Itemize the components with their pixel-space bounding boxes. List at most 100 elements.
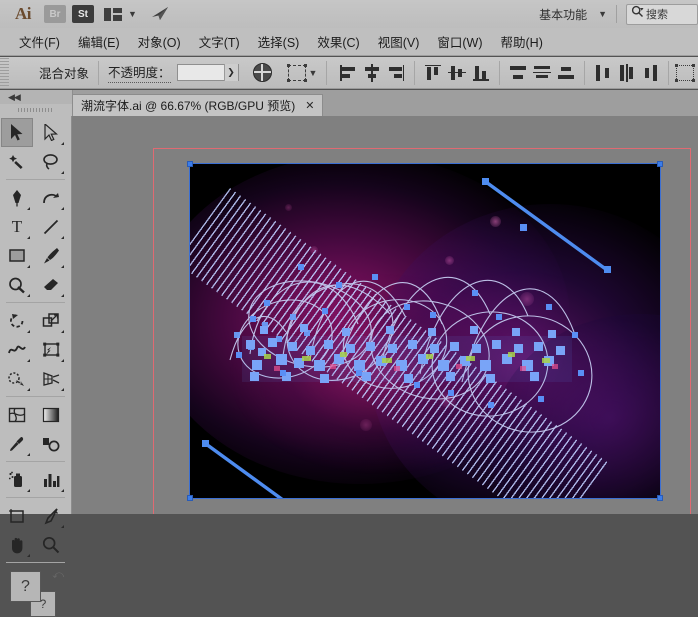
- toolbar-divider: [6, 497, 65, 498]
- illustrator-window: Ai Br St ▼ 基本功能 ▼ 搜索 文件(F) 编辑(E) 对象(O) 文…: [0, 0, 698, 617]
- chevron-down-icon[interactable]: ▼: [128, 9, 137, 19]
- workspace-chevron-down-icon[interactable]: ▼: [598, 9, 607, 19]
- application-bar: Ai Br St ▼ 基本功能 ▼ 搜索: [0, 0, 698, 29]
- free-transform-tool[interactable]: [35, 335, 67, 364]
- magic-wand-tool[interactable]: [1, 147, 33, 176]
- control-bar-grip[interactable]: [0, 57, 9, 88]
- divider: [668, 60, 670, 85]
- align-left-button[interactable]: [338, 63, 358, 83]
- toolbar-divider: [6, 179, 65, 180]
- arrange-documents-icon[interactable]: [104, 7, 122, 21]
- scale-tool[interactable]: [35, 306, 67, 335]
- divider: [499, 60, 501, 85]
- workspace-name[interactable]: 基本功能: [539, 6, 587, 23]
- distribute-horizontal-group: [591, 63, 663, 83]
- type-tool[interactable]: T: [1, 212, 33, 241]
- fill-stroke-control: ? ? ⤺: [10, 569, 64, 617]
- distribute-vertical-center-button[interactable]: [532, 63, 552, 83]
- ai-logo-icon: Ai: [15, 4, 32, 23]
- opacity-label[interactable]: 不透明度：: [108, 62, 171, 83]
- menu-help[interactable]: 帮助(H): [492, 29, 552, 54]
- divider: [326, 60, 328, 85]
- menu-window[interactable]: 窗口(W): [428, 29, 491, 54]
- distribute-horizontal-center-button[interactable]: [617, 63, 637, 83]
- distribute-right-button[interactable]: [641, 63, 661, 83]
- chevron-right-icon[interactable]: ❯: [223, 64, 238, 81]
- menu-select[interactable]: 选择(S): [249, 29, 309, 54]
- divider: [414, 60, 416, 85]
- distribute-bottom-button[interactable]: [556, 63, 576, 83]
- stock-button[interactable]: St: [72, 5, 94, 23]
- canvas-area[interactable]: [72, 116, 698, 514]
- distribute-left-button[interactable]: [593, 63, 613, 83]
- hand-tool[interactable]: [1, 530, 33, 559]
- toolbar-divider: [6, 302, 65, 303]
- selection-handle-bottom-left[interactable]: [187, 495, 193, 501]
- rotate-tool[interactable]: [1, 306, 33, 335]
- zoom-tool[interactable]: [35, 530, 67, 559]
- toolbar-drag-grip[interactable]: [0, 104, 73, 116]
- menu-view[interactable]: 视图(V): [369, 29, 429, 54]
- search-input[interactable]: 搜索: [626, 3, 698, 25]
- selection-bounding-box: [189, 163, 661, 499]
- transform-bbox-icon[interactable]: [286, 63, 307, 82]
- artboard-tool[interactable]: [1, 501, 33, 530]
- gradient-tool[interactable]: [35, 400, 67, 429]
- divider: [616, 5, 617, 23]
- swap-fill-stroke-icon[interactable]: ⤺: [52, 569, 64, 582]
- selection-handle-top-left[interactable]: [187, 161, 193, 167]
- menu-bar: 文件(F) 编辑(E) 对象(O) 文字(T) 选择(S) 效果(C) 视图(V…: [0, 28, 698, 56]
- toolbar-dock-header: ◀◀: [0, 90, 73, 104]
- menu-file[interactable]: 文件(F): [10, 29, 69, 54]
- document-tab[interactable]: 潮流字体.ai @ 66.67% (RGB/GPU 预览) ✕: [72, 94, 324, 116]
- perspective-grid-tool[interactable]: [35, 364, 67, 393]
- align-objects-group: [336, 63, 408, 83]
- width-tool[interactable]: [1, 335, 33, 364]
- line-segment-tool[interactable]: [35, 212, 67, 241]
- menu-type[interactable]: 文字(T): [190, 29, 249, 54]
- bridge-button[interactable]: Br: [44, 5, 66, 23]
- curvature-tool[interactable]: [35, 183, 67, 212]
- shape-builder-tool[interactable]: [1, 364, 33, 393]
- rectangle-tool[interactable]: [1, 241, 33, 270]
- shaper-tool[interactable]: [1, 270, 33, 299]
- distribute-top-button[interactable]: [508, 63, 528, 83]
- close-icon[interactable]: ✕: [305, 99, 314, 112]
- align-top-button[interactable]: [423, 63, 443, 83]
- double-chevron-left-icon[interactable]: ◀◀: [8, 92, 21, 103]
- lasso-tool[interactable]: [35, 147, 67, 176]
- eyedropper-tool[interactable]: [1, 429, 33, 458]
- divider: [584, 60, 586, 85]
- selection-handle-top-right[interactable]: [657, 161, 663, 167]
- selection-tool[interactable]: [1, 118, 33, 147]
- search-icon: [631, 5, 644, 23]
- blend-tool[interactable]: [35, 429, 67, 458]
- fill-swatch[interactable]: ?: [10, 571, 41, 602]
- symbol-sprayer-tool[interactable]: [1, 465, 33, 494]
- mesh-tool[interactable]: [1, 400, 33, 429]
- recolor-artwork-icon[interactable]: [252, 63, 272, 82]
- selection-handle-bottom-right[interactable]: [657, 495, 663, 501]
- transform-panel-icon[interactable]: [675, 63, 696, 82]
- align-horizontal-center-button[interactable]: [362, 63, 382, 83]
- toolbar-divider: [6, 396, 65, 397]
- divider: [98, 60, 100, 85]
- column-graph-tool[interactable]: [35, 465, 67, 494]
- pen-tool[interactable]: [1, 183, 33, 212]
- distribute-vertical-group: [506, 63, 578, 83]
- transform-chevron-down-icon[interactable]: ▼: [309, 68, 318, 78]
- search-placeholder: 搜索: [646, 9, 668, 21]
- align-vertical-center-button[interactable]: [447, 63, 467, 83]
- opacity-input[interactable]: ❯: [176, 64, 239, 81]
- slice-tool[interactable]: [35, 501, 67, 530]
- menu-edit[interactable]: 编辑(E): [69, 29, 129, 54]
- align-bottom-button[interactable]: [471, 63, 491, 83]
- share-paperplane-icon[interactable]: [151, 6, 171, 22]
- eraser-tool[interactable]: [35, 270, 67, 299]
- toolbar-divider: [6, 562, 65, 563]
- menu-effect[interactable]: 效果(C): [308, 29, 368, 54]
- menu-object[interactable]: 对象(O): [129, 29, 190, 54]
- align-right-button[interactable]: [386, 63, 406, 83]
- direct-selection-tool[interactable]: [35, 118, 67, 147]
- paintbrush-tool[interactable]: [35, 241, 67, 270]
